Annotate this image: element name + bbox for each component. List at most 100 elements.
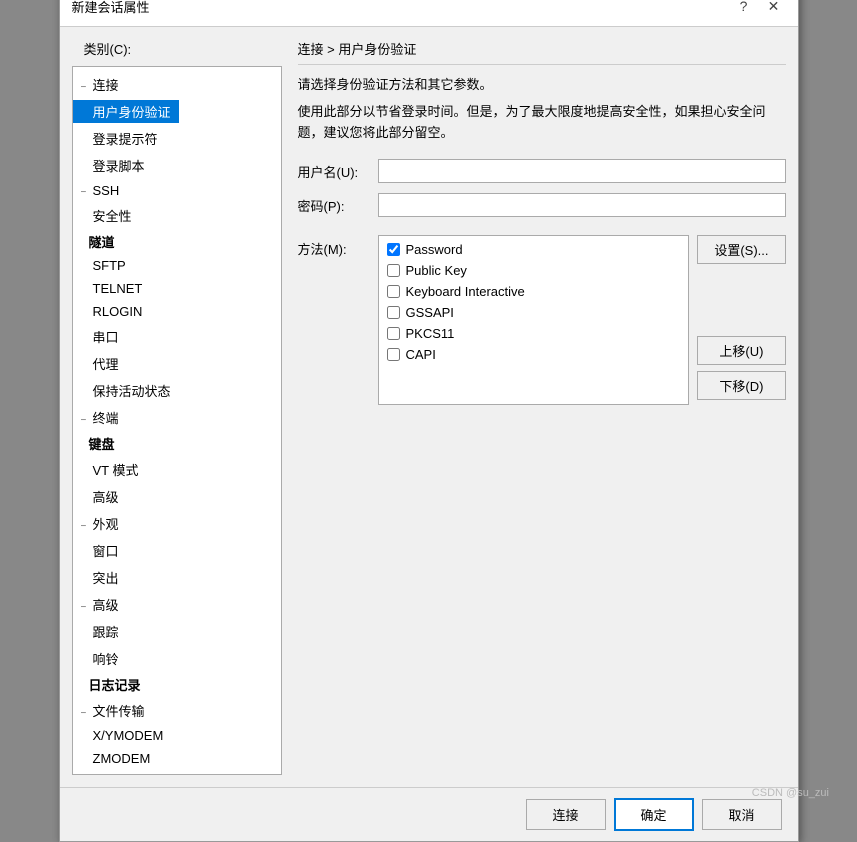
username-input[interactable] [378, 159, 786, 183]
down-button[interactable]: 下移(D) [697, 371, 785, 400]
tree-expander-ssh[interactable]: − [77, 186, 89, 199]
tree-expander-keyboard [77, 440, 89, 453]
tree-item-bell[interactable]: 响铃 [73, 645, 281, 672]
tree-expander-window [77, 547, 89, 560]
tree-item-zmodem[interactable]: ZMODEM [73, 747, 281, 770]
tree-item-login-prompt[interactable]: 登录提示符 [73, 125, 281, 152]
tree-label-advanced2: 高级 [89, 594, 123, 615]
tree-expander-vt-mode [77, 466, 89, 479]
method-checkbox-gssapi[interactable] [387, 306, 400, 319]
method-checkbox-pkcs11[interactable] [387, 327, 400, 340]
connect-button[interactable]: 连接 [526, 799, 606, 830]
tree-item-trace[interactable]: 跟踪 [73, 618, 281, 645]
tree-item-security[interactable]: 安全性 [73, 202, 281, 229]
watermark: CSDN @su_zui [752, 787, 829, 799]
tree-item-vt-mode[interactable]: VT 模式 [73, 456, 281, 483]
tree-expander-rlogin [77, 307, 89, 320]
tree-expander-trace [77, 628, 89, 641]
tree-expander-user-auth [77, 108, 89, 121]
dialog-title: 新建会话属性 [72, 0, 150, 16]
tree-item-log[interactable]: 日志记录 [73, 672, 281, 697]
method-label: 方法(M): [298, 235, 378, 258]
up-button[interactable]: 上移(U) [697, 336, 785, 365]
tree-label-file-transfer: 文件传输 [89, 700, 149, 721]
tree-label-window: 窗口 [89, 540, 123, 561]
tree-label-vt-mode: VT 模式 [89, 459, 143, 480]
tree-label-connection: 连接 [89, 74, 123, 95]
tree-expander-telnet [77, 284, 89, 297]
right-panel: 连接 > 用户身份验证 请选择身份验证方法和其它参数。 使用此部分以节省登录时间… [282, 35, 786, 775]
help-button[interactable]: ? [732, 0, 756, 18]
settings-button[interactable]: 设置(S)... [697, 235, 785, 264]
tree-item-proxy[interactable]: 代理 [73, 350, 281, 377]
tree-item-sftp[interactable]: SFTP [73, 254, 281, 277]
tree-expander-connection[interactable]: − [77, 81, 89, 94]
tree-item-ssh[interactable]: −SSH [73, 179, 281, 202]
tree-label-terminal: 终端 [89, 407, 123, 428]
method-checkbox-password[interactable] [387, 243, 400, 256]
tree-label-login-script: 登录脚本 [89, 155, 149, 176]
title-bar: 新建会话属性 ? ✕ [60, 0, 798, 27]
tree-item-terminal[interactable]: −终端 [73, 404, 281, 431]
dialog-footer: 连接 确定 取消 [60, 787, 798, 841]
method-label-capi: CAPI [406, 347, 436, 362]
ok-button[interactable]: 确定 [614, 798, 694, 831]
tree-expander-bell [77, 655, 89, 668]
tree-label-tunnel: 隧道 [89, 235, 115, 250]
method-checkbox-public-key[interactable] [387, 264, 400, 277]
method-item-capi[interactable]: CAPI [387, 347, 681, 362]
tree-expander-terminal[interactable]: − [77, 414, 89, 427]
desc2: 使用此部分以节省登录时间。但是，为了最大限度地提高安全性，如果担心安全问题，建议… [298, 102, 786, 144]
tree-label-proxy: 代理 [89, 353, 123, 374]
tree-item-advanced[interactable]: 高级 [73, 483, 281, 510]
tree-item-serial[interactable]: 串口 [73, 323, 281, 350]
tree-label-log: 日志记录 [89, 678, 141, 693]
method-checkbox-capi[interactable] [387, 348, 400, 361]
tree-item-keyboard[interactable]: 键盘 [73, 431, 281, 456]
tree-label-serial: 串口 [89, 326, 123, 347]
tree-item-tunnel[interactable]: 隧道 [73, 229, 281, 254]
tree-item-user-auth[interactable]: 用户身份验证 [73, 98, 281, 125]
title-bar-controls: ? ✕ [732, 0, 786, 18]
method-item-gssapi[interactable]: GSSAPI [387, 305, 681, 320]
tree-expander-log [77, 681, 89, 694]
tree-item-rlogin[interactable]: RLOGIN [73, 300, 281, 323]
tree-item-keepalive[interactable]: 保持活动状态 [73, 377, 281, 404]
password-input[interactable] [378, 193, 786, 217]
tree-expander-appearance[interactable]: − [77, 520, 89, 533]
tree-expander-serial [77, 333, 89, 346]
method-item-pkcs11[interactable]: PKCS11 [387, 326, 681, 341]
method-item-public-key[interactable]: Public Key [387, 263, 681, 278]
tree-expander-advanced [77, 493, 89, 506]
dialog-body: 类别(C): −连接 用户身份验证 登录提示符 登录脚本−SSH 安全性 隧道 … [60, 27, 798, 787]
tree-label-security: 安全性 [89, 205, 136, 226]
category-label: 类别(C): [72, 35, 282, 62]
method-item-keyboard-interactive[interactable]: Keyboard Interactive [387, 284, 681, 299]
tree-expander-advanced2[interactable]: − [77, 601, 89, 614]
tree-item-appearance[interactable]: −外观 [73, 510, 281, 537]
tree-item-advanced2[interactable]: −高级 [73, 591, 281, 618]
method-item-password[interactable]: Password [387, 242, 681, 257]
tree-panel: −连接 用户身份验证 登录提示符 登录脚本−SSH 安全性 隧道 SFTP TE… [72, 66, 282, 775]
tree-item-highlight[interactable]: 突出 [73, 564, 281, 591]
tree-label-sftp: SFTP [89, 257, 130, 274]
tree-item-telnet[interactable]: TELNET [73, 277, 281, 300]
close-button[interactable]: ✕ [762, 0, 786, 18]
tree-label-login-prompt: 登录提示符 [89, 128, 162, 149]
tree-label-zmodem: ZMODEM [89, 750, 155, 767]
method-label-password: Password [406, 242, 463, 257]
tree-item-file-transfer[interactable]: −文件传输 [73, 697, 281, 724]
password-row: 密码(P): [298, 193, 786, 217]
tree-label-keyboard: 键盘 [89, 437, 115, 452]
tree-expander-sftp [77, 261, 89, 274]
tree-expander-zmodem [77, 754, 89, 767]
cancel-button[interactable]: 取消 [702, 799, 782, 830]
tree-item-xymodem[interactable]: X/YMODEM [73, 724, 281, 747]
tree-expander-file-transfer[interactable]: − [77, 707, 89, 720]
tree-item-login-script[interactable]: 登录脚本 [73, 152, 281, 179]
tree-label-trace: 跟踪 [89, 621, 123, 642]
method-checkbox-keyboard-interactive[interactable] [387, 285, 400, 298]
tree-item-connection[interactable]: −连接 [73, 71, 281, 98]
tree-item-window[interactable]: 窗口 [73, 537, 281, 564]
method-label-pkcs11: PKCS11 [406, 326, 455, 341]
